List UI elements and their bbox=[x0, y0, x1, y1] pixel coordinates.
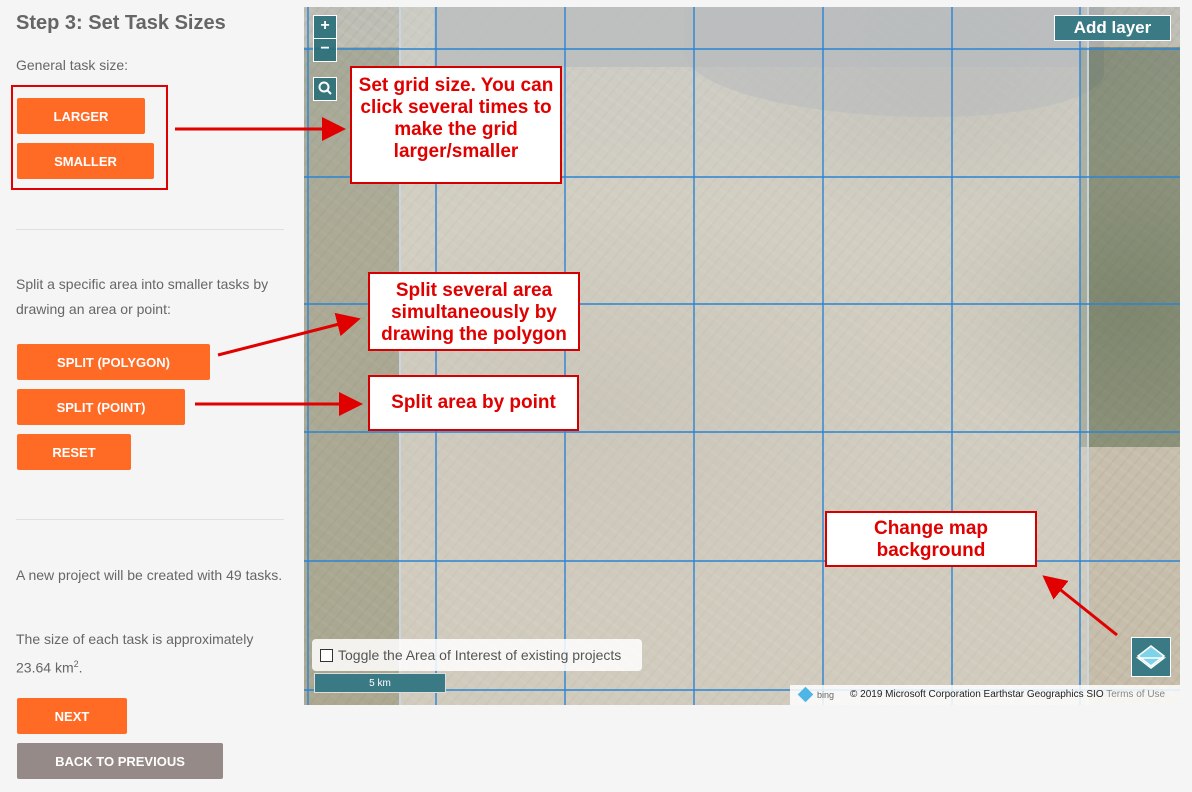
task-count: 49 bbox=[226, 567, 242, 583]
terms-of-use-link[interactable]: Terms of Use bbox=[1106, 689, 1165, 700]
toggle-aoi-control[interactable]: Toggle the Area of Interest of existing … bbox=[312, 639, 642, 671]
size-value: 23.64 bbox=[16, 659, 52, 676]
add-layer-button[interactable]: Add layer bbox=[1054, 15, 1171, 41]
step-title: Step 3: Set Task Sizes bbox=[16, 12, 226, 34]
grid-size-highlight bbox=[11, 85, 168, 190]
callout-split-polygon: Split several area simultaneously by dra… bbox=[368, 272, 580, 351]
split-description: Split a specific area into smaller tasks… bbox=[16, 276, 269, 317]
bing-label: bing bbox=[817, 690, 835, 700]
bing-logo-icon bbox=[797, 686, 814, 703]
project-summary: A new project will be created with 49 ta… bbox=[16, 563, 286, 588]
split-polygon-button[interactable]: SPLIT (POLYGON) bbox=[17, 344, 210, 380]
toggle-aoi-checkbox[interactable] bbox=[320, 649, 333, 662]
map-search-button[interactable] bbox=[313, 77, 337, 101]
change-basemap-button[interactable] bbox=[1131, 637, 1171, 677]
summary-prefix: A new project will be created with bbox=[16, 567, 223, 583]
divider bbox=[16, 229, 284, 230]
attribution-text: © 2019 Microsoft Corporation Earthstar G… bbox=[850, 689, 1104, 700]
layers-icon bbox=[1135, 645, 1167, 669]
next-button[interactable]: NEXT bbox=[17, 698, 127, 734]
back-to-previous-button[interactable]: BACK TO PREVIOUS bbox=[17, 743, 223, 779]
task-size-summary: The size of each task is approximately 2… bbox=[16, 631, 254, 676]
divider bbox=[16, 519, 284, 520]
toggle-aoi-label: Toggle the Area of Interest of existing … bbox=[338, 647, 622, 663]
split-point-button[interactable]: SPLIT (POINT) bbox=[17, 389, 185, 425]
size-prefix: The size of each task is approximately bbox=[16, 631, 254, 647]
search-icon bbox=[318, 81, 332, 95]
summary-suffix: tasks. bbox=[245, 567, 283, 583]
zoom-in-button[interactable]: + bbox=[313, 15, 337, 39]
general-task-size-label: General task size: bbox=[16, 57, 129, 73]
reset-button[interactable]: RESET bbox=[17, 434, 131, 470]
zoom-out-button[interactable]: − bbox=[313, 38, 337, 62]
scale-bar: 5 km bbox=[314, 673, 446, 693]
size-unit: km bbox=[54, 659, 74, 676]
map-attribution: bing © 2019 Microsoft Corporation Earths… bbox=[790, 685, 1180, 705]
callout-change-background: Change map background bbox=[825, 511, 1037, 567]
callout-grid-size: Set grid size. You can click several tim… bbox=[350, 66, 562, 184]
callout-split-point: Split area by point bbox=[368, 375, 579, 431]
